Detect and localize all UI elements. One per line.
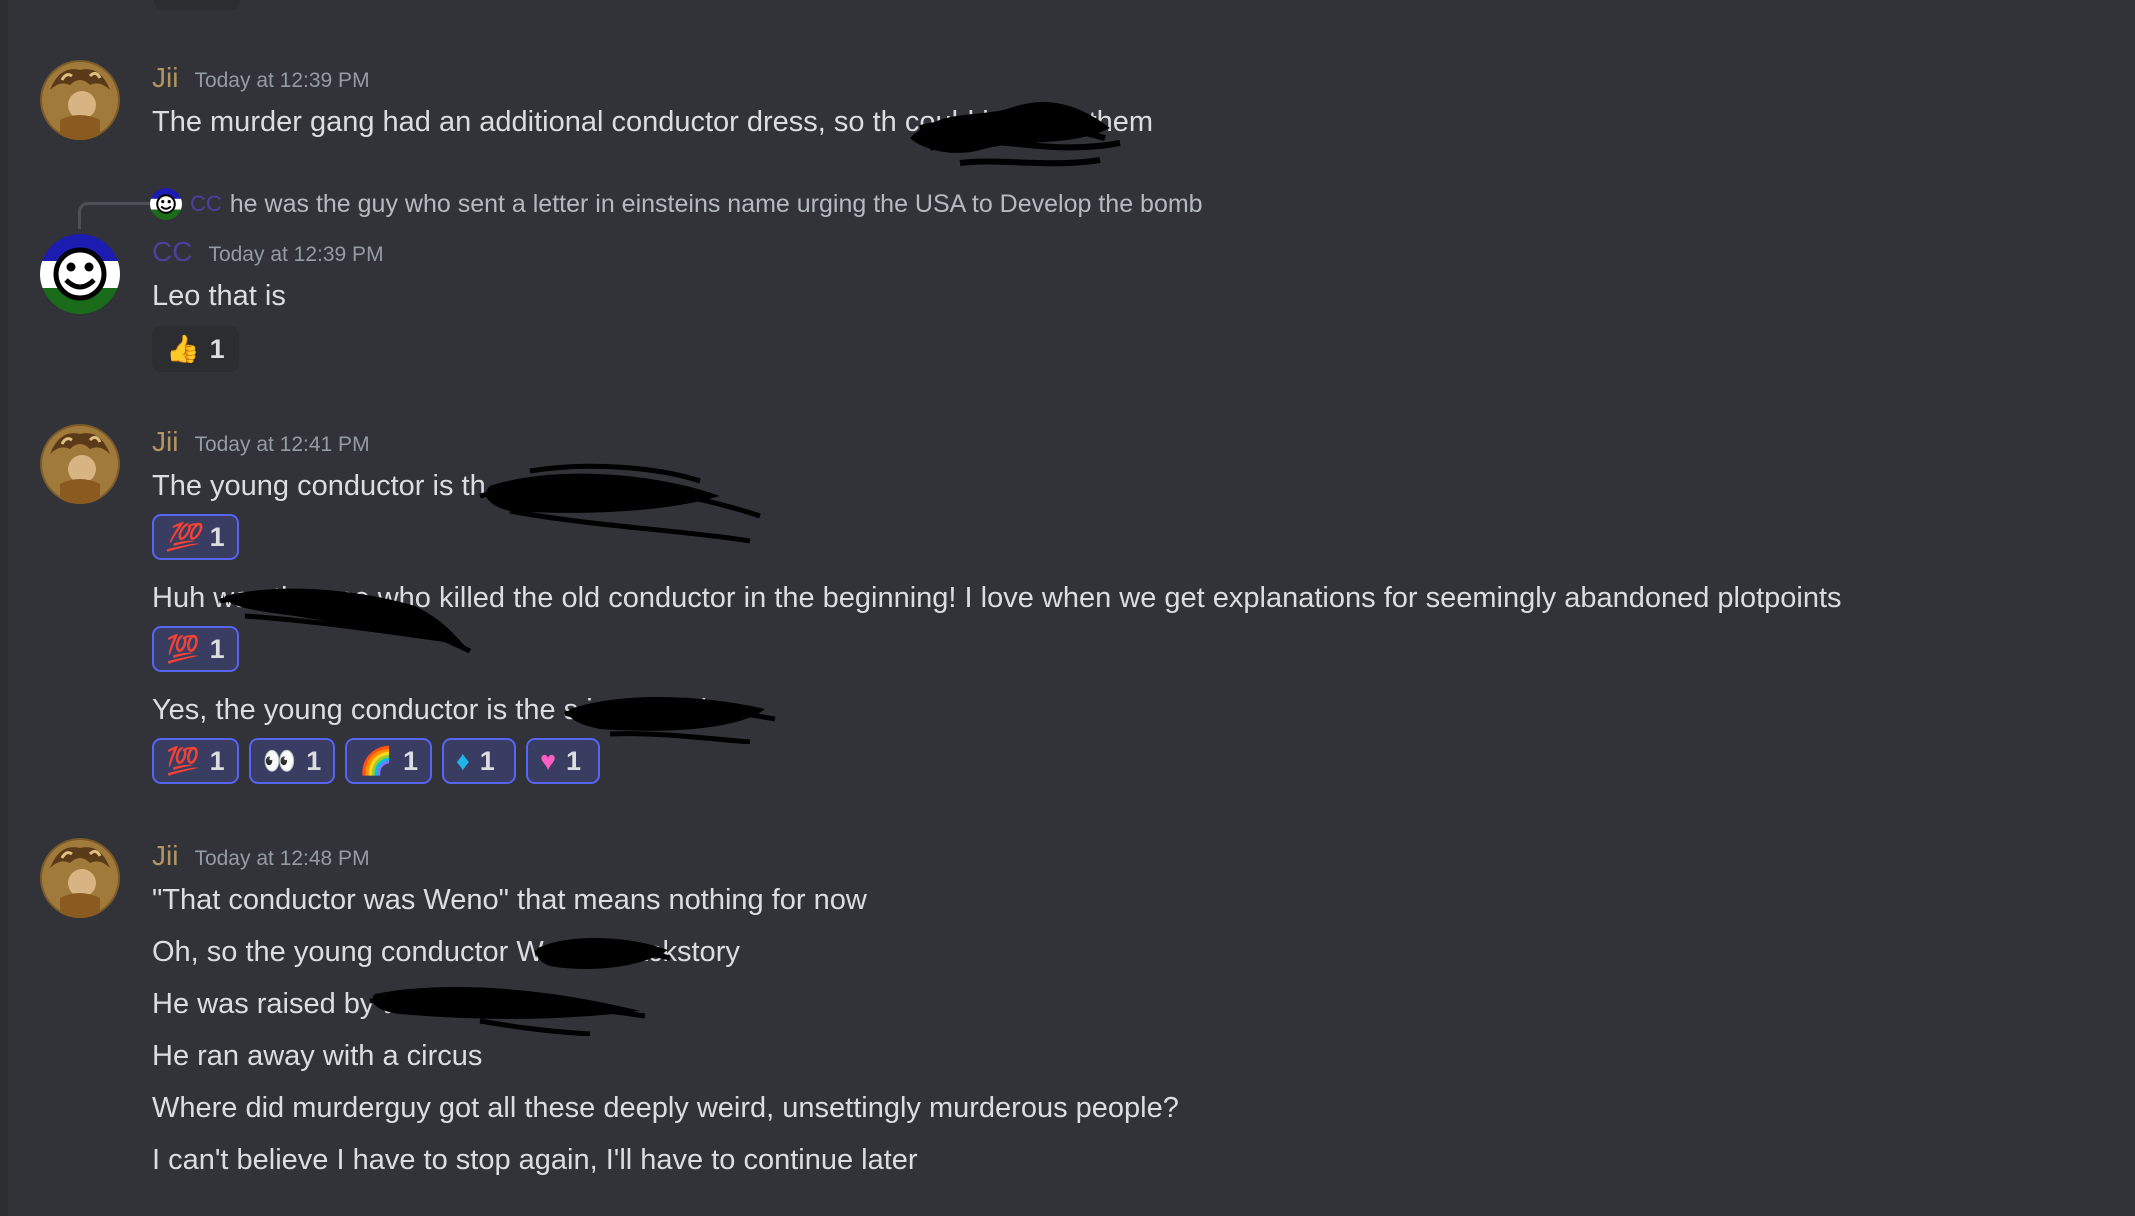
username[interactable]: Jii [152, 426, 178, 458]
heart-icon: ♥ [539, 745, 556, 776]
message-text: "That conductor was Weno" that means not… [152, 884, 867, 916]
hundred-points-icon: 💯 [166, 633, 200, 664]
reaction-count: 1 [402, 745, 418, 776]
message-text: I can't believe I have to stop again, I'… [152, 1144, 918, 1176]
hundred-points-icon: 💯 [166, 521, 200, 552]
reply-avatar [150, 188, 182, 220]
avatar[interactable] [40, 424, 120, 504]
message-text: He ran away with a circus [152, 1040, 483, 1072]
timestamp: Today at 12:48 PM [194, 847, 370, 870]
reaction-diamond[interactable]: ♦ 1 [441, 738, 516, 784]
avatar[interactable] [40, 60, 120, 140]
thumbs-up-icon: 👍 [166, 333, 200, 364]
previous-reaction-stub [154, 0, 240, 10]
avatar[interactable] [40, 838, 120, 918]
reply-text[interactable]: he was the guy who sent a letter in eins… [230, 190, 1203, 219]
reaction-bar: 👍 1 [152, 326, 239, 372]
timestamp: Today at 12:39 PM [208, 243, 384, 266]
reply-connector [78, 202, 151, 229]
diamond-icon: ♦ [455, 745, 470, 776]
channel-edge [0, 0, 8, 1216]
message-text: The young conductor is th [152, 470, 486, 502]
reaction-heart[interactable]: ♥ 1 [525, 738, 600, 784]
reaction-count: 1 [306, 745, 322, 776]
username[interactable]: Jii [152, 840, 178, 872]
username[interactable]: CC [152, 236, 192, 268]
redaction-scribble [479, 463, 761, 544]
message-text: Where did murderguy got all these deeply… [152, 1092, 1179, 1124]
eyes-icon: 👀 [262, 745, 297, 776]
username[interactable]: Jii [152, 62, 178, 94]
reaction-hundred[interactable]: 💯 1 [152, 626, 239, 672]
reaction-bar: 💯 1 👀 1 🌈 1 ♦ 1 ♥ 1 [152, 738, 600, 784]
message-text: Leo that is [152, 280, 286, 312]
reaction-bar: 💯 1 [152, 514, 239, 560]
reaction-count: 1 [209, 333, 225, 364]
reaction-rainbow[interactable]: 🌈 1 [345, 738, 432, 784]
reaction-count: 1 [209, 633, 225, 664]
reaction-hundred[interactable]: 💯 1 [152, 514, 239, 560]
reaction-hundred[interactable]: 💯 1 [152, 738, 239, 784]
message-text: Oh, so the young conductor We get backst… [152, 936, 740, 968]
reaction-count: 1 [209, 745, 225, 776]
message-text: He was raised by th [152, 988, 407, 1020]
reply-username[interactable]: CC [190, 191, 222, 217]
timestamp: Today at 12:39 PM [194, 69, 370, 92]
reaction-count: 1 [566, 745, 582, 776]
reaction-count: 1 [479, 745, 495, 776]
reaction-thumbs-up[interactable]: 👍 1 [152, 326, 239, 372]
hundred-points-icon: 💯 [166, 745, 200, 776]
reaction-count: 1 [209, 521, 225, 552]
rainbow-icon: 🌈 [359, 745, 393, 776]
reaction-eyes[interactable]: 👀 1 [248, 738, 336, 784]
message-text: Huh was the one who killed the old condu… [152, 582, 1842, 614]
reaction-bar: 💯 1 [152, 626, 239, 672]
reply-preview[interactable]: CC he was the guy who sent a letter in e… [150, 188, 1203, 220]
avatar[interactable] [40, 234, 120, 314]
message-text: Yes, the young conductor is the s is so … [152, 694, 708, 726]
timestamp: Today at 12:41 PM [194, 433, 370, 456]
message-text: The murder gang had an additional conduc… [152, 106, 1154, 138]
